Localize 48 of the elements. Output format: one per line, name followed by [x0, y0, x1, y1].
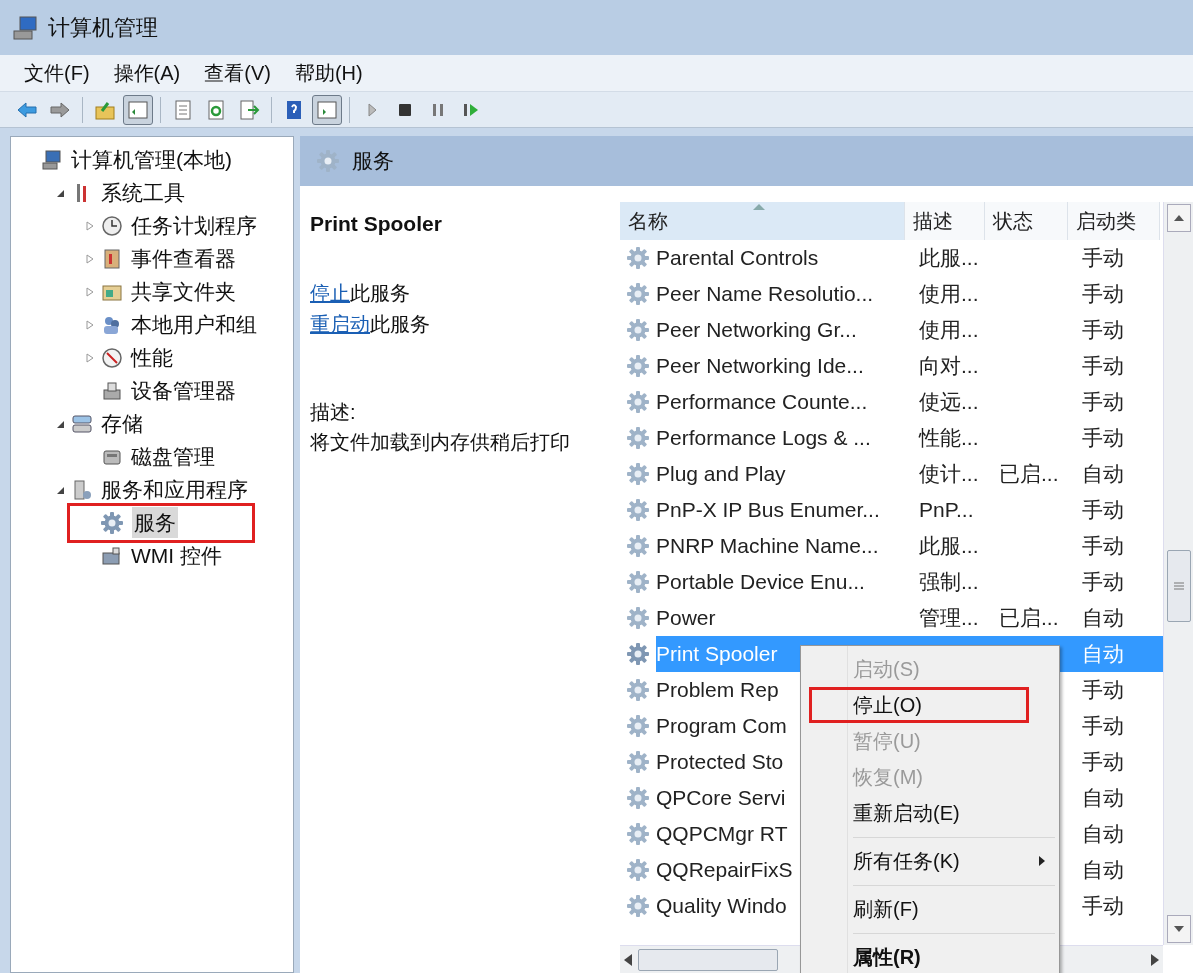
service-name-cell-text: Performance Counte... — [656, 389, 868, 416]
service-name-cell-text: Portable Device Enu... — [656, 569, 865, 596]
description-cell-text: 性能... — [919, 425, 979, 452]
panel-title: 服务 — [352, 148, 394, 175]
startup-type-cell-text: 手动 — [1082, 533, 1124, 560]
startup-type-cell-text: 自动 — [1082, 641, 1124, 668]
description-cell-text: 管理... — [919, 605, 979, 632]
startup-type-cell-text: 手动 — [1082, 245, 1124, 272]
description-cell-text: 此服... — [919, 533, 979, 560]
service-name-cell-text: Peer Networking Ide... — [656, 353, 864, 380]
startup-type-cell-text: 手动 — [1082, 389, 1124, 416]
status-cell-text: 已启... — [999, 605, 1059, 632]
description-cell-text: PnP... — [919, 497, 974, 524]
startup-type-cell-text: 自动 — [1082, 605, 1124, 632]
description-cell-text: 强制... — [919, 569, 979, 596]
startup-type-cell-text: 手动 — [1082, 425, 1124, 452]
service-name-cell-text: Protected Sto — [656, 749, 784, 776]
startup-type-cell-text: 自动 — [1082, 461, 1124, 488]
description-cell-text: 使用... — [919, 281, 979, 308]
startup-type-cell-text: 手动 — [1082, 569, 1124, 596]
status-cell-text: 已启... — [999, 461, 1059, 488]
startup-type-cell-text: 手动 — [1082, 281, 1124, 308]
action-text: 此服务 — [350, 281, 410, 306]
description-text: 将文件加载到内存供稍后打印 — [310, 429, 571, 455]
description-cell-text: 此服... — [919, 245, 979, 272]
service-name-cell-text: Performance Logs & ... — [656, 425, 871, 452]
startup-type-cell-text: 手动 — [1082, 497, 1124, 524]
service-name-cell-text: QQPCMgr RT — [656, 821, 788, 848]
window-title: 计算机管理 — [48, 14, 158, 42]
action-text: 此服务 — [370, 312, 430, 337]
description-cell-text: 使计... — [919, 461, 979, 488]
description-cell-text: 使用... — [919, 317, 979, 344]
service-name-cell-text: Plug and Play — [656, 461, 786, 488]
description-cell-text: 使远... — [919, 389, 979, 416]
service-name-cell-text: PNRP Machine Name... — [656, 533, 879, 560]
startup-type-cell-text: 手动 — [1082, 317, 1124, 344]
startup-type-cell-text: 自动 — [1082, 821, 1124, 848]
description-cell-text: 向对... — [919, 353, 979, 380]
description-label: 描述: — [310, 399, 357, 425]
service-name-cell-text: Peer Name Resolutio... — [656, 281, 874, 308]
startup-type-cell-text: 手动 — [1082, 353, 1124, 380]
startup-type-cell-text: 手动 — [1082, 749, 1124, 776]
service-name-cell-text: PnP-X IP Bus Enumer... — [656, 497, 880, 524]
service-name-cell-text: Peer Networking Gr... — [656, 317, 857, 344]
service-name-cell-text: Print Spooler — [656, 641, 778, 668]
service-name-cell-text: Parental Controls — [656, 245, 819, 272]
service-name: Print Spooler — [310, 211, 443, 237]
service-name-cell-text: Power — [656, 605, 716, 632]
